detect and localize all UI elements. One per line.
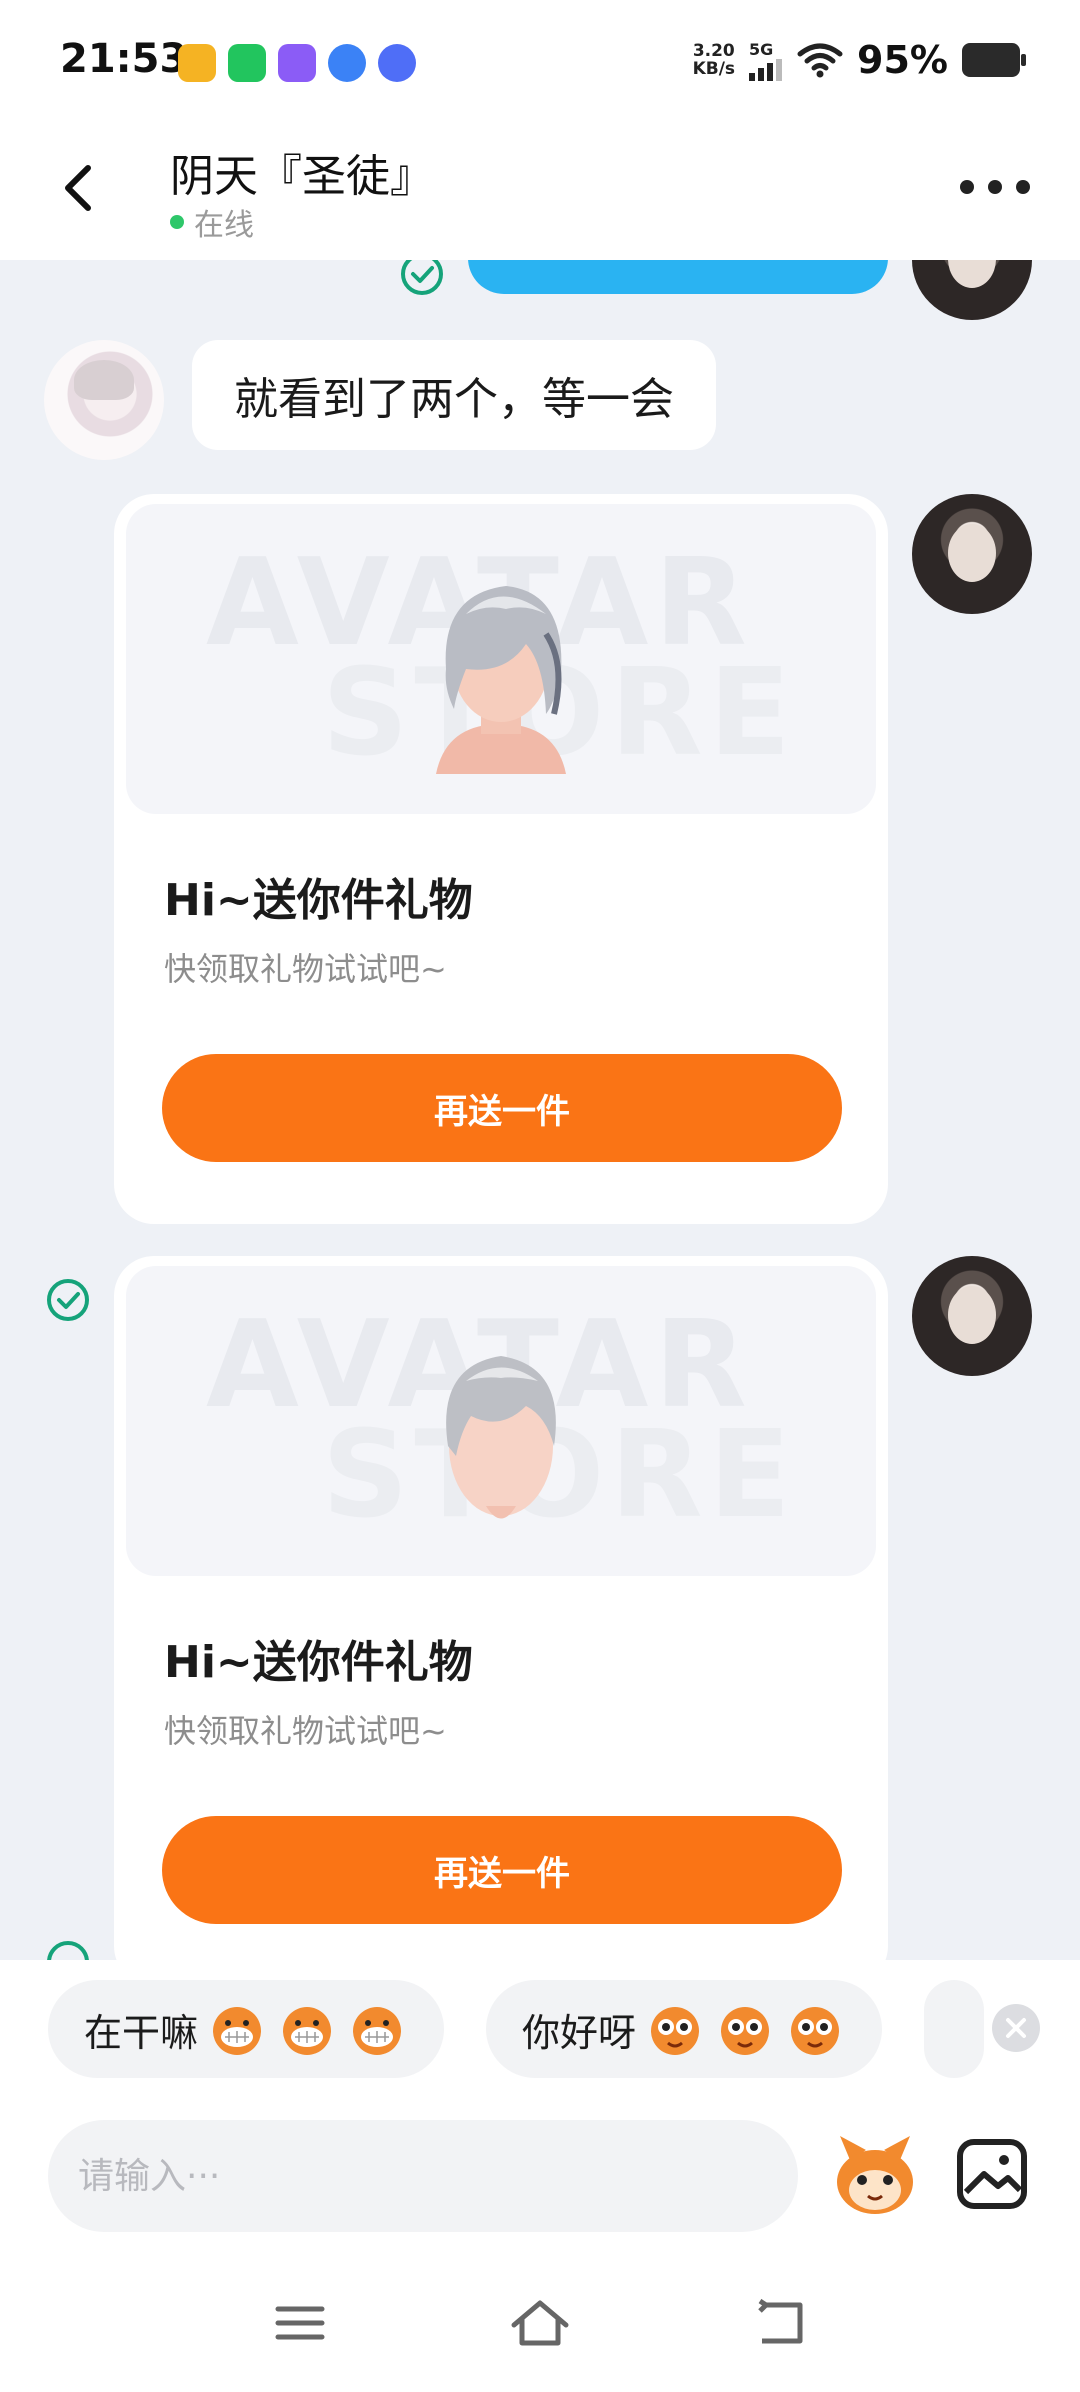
more-dot (1016, 180, 1030, 194)
read-check-icon (401, 260, 443, 295)
gift-title: Hi~送你件礼物 (164, 1637, 473, 1688)
gift-title: Hi~送你件礼物 (164, 875, 473, 926)
wifi-icon (797, 43, 843, 78)
my-avatar[interactable] (912, 260, 1032, 320)
network-type: 5G (749, 39, 774, 59)
online-status-text: 在线 (194, 208, 254, 243)
hair-item-image (436, 586, 566, 774)
close-icon (1006, 2018, 1026, 2038)
baidu-app-icon (328, 44, 366, 82)
quick-reply-chip[interactable]: 你好呀 (486, 1980, 883, 2078)
home-nav-icon[interactable] (508, 2295, 572, 2351)
notification-app-icon (178, 44, 216, 82)
online-status: 在线 (170, 200, 254, 244)
quick-reply-chip-partial[interactable] (924, 1980, 984, 2078)
my-avatar[interactable] (912, 494, 1032, 614)
quick-reply-bar: 在干嘛 你好呀 (0, 1960, 1080, 2100)
more-dot (988, 180, 1002, 194)
hair-item-image (446, 1356, 556, 1519)
more-options-button[interactable] (960, 172, 1030, 202)
net-speed-unit: KB/s (692, 59, 736, 79)
read-check-icon (47, 1279, 89, 1321)
phone-app-icon (228, 44, 266, 82)
status-app-icons (178, 44, 416, 82)
menu-nav-icon[interactable] (268, 2295, 332, 2351)
gift-image: AVATAR STORE (126, 504, 876, 814)
gift-image: AVATAR STORE (126, 1266, 876, 1576)
send-another-button[interactable]: 再送一件 (162, 1054, 842, 1162)
quick-reply-chip[interactable]: 在干嘛 (48, 1980, 445, 2078)
status-bar: 21:53 3.20 KB/s 5G 95% (0, 0, 1080, 120)
back-button[interactable] (50, 158, 110, 218)
battery-icon (962, 43, 1026, 77)
grin-mascot-icon (353, 2007, 402, 2055)
message-input[interactable] (48, 2120, 798, 2232)
read-check-icon (47, 1941, 89, 1960)
chat-messages[interactable]: 就看到了两个，等一会 AVATAR STORE Hi~送你件礼物 快领取礼物试试… (0, 260, 1080, 1960)
more-dot (960, 180, 974, 194)
my-avatar[interactable] (912, 1256, 1032, 1376)
status-indicators: 3.20 KB/s 5G 95% (693, 38, 1026, 82)
incoming-message-bubble[interactable]: 就看到了两个，等一会 (192, 340, 716, 450)
gift-description: 快领取礼物试试吧~ (164, 1712, 447, 1750)
battery-percent: 95% (857, 38, 948, 82)
status-time: 21:53 (60, 36, 188, 82)
online-dot (170, 215, 184, 229)
contact-avatar[interactable] (44, 340, 164, 460)
system-nav-bar (0, 2250, 1080, 2392)
gift-card[interactable]: AVATAR STORE Hi~送你件礼物 快领取礼物试试吧~ 再送一件 (114, 1256, 888, 1960)
smile-mascot-icon (721, 2007, 770, 2055)
net-speed: 3.20 KB/s (693, 42, 735, 78)
chat-name[interactable]: 阴天『圣徒』 (170, 140, 434, 204)
quick-reply-label: 在干嘛 (84, 2010, 199, 2055)
net-speed-value: 3.20 (692, 41, 735, 61)
quick-reply-label: 你好呀 (522, 2010, 637, 2055)
close-quick-replies-button[interactable] (992, 2004, 1040, 2052)
smile-mascot-icon (651, 2007, 700, 2055)
chat-header: 阴天『圣徒』 在线 (0, 120, 1080, 260)
mascot-emoji-button[interactable] (830, 2130, 920, 2220)
grin-mascot-icon (213, 2007, 262, 2055)
gift-card[interactable]: AVATAR STORE Hi~送你件礼物 快领取礼物试试吧~ 再送一件 (114, 494, 888, 1224)
smile-mascot-icon (791, 2007, 840, 2055)
input-bar (0, 2100, 1080, 2250)
back-nav-icon[interactable] (748, 2295, 812, 2351)
grin-mascot-icon (283, 2007, 332, 2055)
image-picker-button[interactable] (954, 2136, 1030, 2212)
cell-signal-icon: 5G (749, 40, 783, 81)
outgoing-message-bubble[interactable] (468, 260, 888, 294)
message-app-icon (378, 44, 416, 82)
chart-app-icon (278, 44, 316, 82)
gift-description: 快领取礼物试试吧~ (164, 950, 447, 988)
send-another-button[interactable]: 再送一件 (162, 1816, 842, 1924)
